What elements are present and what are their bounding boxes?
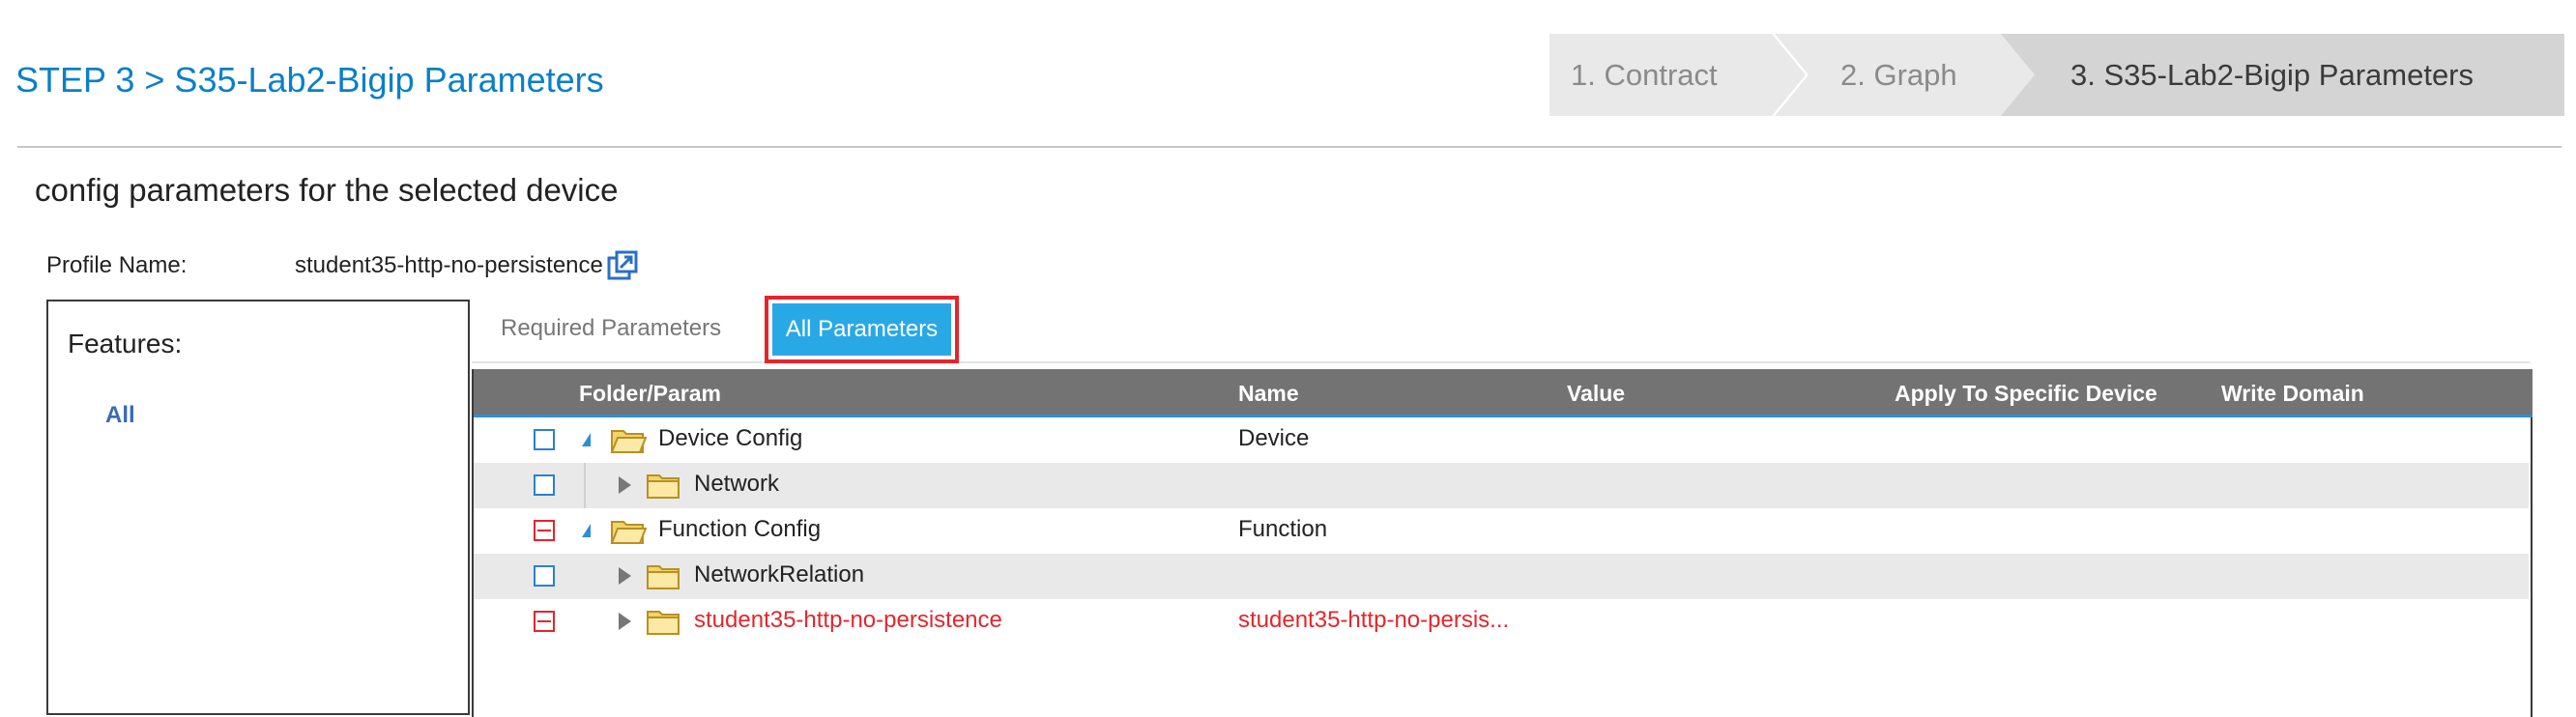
step-title: STEP 3 > S35-Lab2-Bigip Parameters [15,60,604,100]
expand-triangle-icon[interactable] [582,433,591,446]
folder-label: student35-http-no-persistence [694,607,1002,633]
tree-guide-line [584,463,586,508]
column-header-write-domain[interactable]: Write Domain [2221,381,2364,407]
profile-name-value: student35-http-no-persistence [295,252,603,278]
column-header-value[interactable]: Value [1567,381,1625,407]
folder-icon [647,474,680,499]
row-name: student35-http-no-persis... [1238,607,1510,633]
row-name: Function [1238,516,1328,542]
column-header-apply-to-device[interactable]: Apply To Specific Device [1895,381,2157,407]
section-title: config parameters for the selected devic… [35,172,619,208]
folder-label: NetworkRelation [694,561,865,588]
header-divider [17,146,2562,148]
wizard-header: STEP 3 > S35-Lab2-Bigip Parameters 1. Co… [0,0,2576,150]
checkbox-icon[interactable] [534,520,555,541]
wizard-steps: 1. Contract 2. Graph 3. S35-Lab2-Bigip P… [1549,34,2564,116]
collapse-triangle-icon[interactable] [619,567,631,585]
parameter-tabs: Required Parameters All Parameters [472,296,2531,363]
checkbox-icon[interactable] [534,611,555,632]
folder-icon [647,611,680,635]
column-header-name[interactable]: Name [1238,381,1299,407]
checkbox-icon[interactable] [534,474,555,496]
open-profile-icon[interactable] [606,249,639,282]
table-row[interactable]: Network [474,463,2529,508]
wizard-step-graph[interactable]: 2. Graph [1775,34,2036,116]
table-row[interactable]: Device Config Device [474,417,2529,463]
collapse-triangle-icon[interactable] [619,476,631,494]
expand-triangle-icon[interactable] [582,524,591,537]
folder-label: Device Config [658,425,803,451]
feature-item-all[interactable]: All [105,402,135,429]
row-name: Device [1238,425,1310,451]
checkbox-icon[interactable] [534,565,555,587]
folder-icon [647,565,680,589]
collapse-triangle-icon[interactable] [619,613,631,630]
tab-all-highlight: All Parameters [765,296,959,363]
tab-required-parameters[interactable]: Required Parameters [501,315,721,342]
grid-header: Folder/Param Name Value Apply To Specifi… [474,369,2533,417]
folder-icon [610,521,647,544]
folder-label: Network [694,471,780,497]
parameters-grid: Folder/Param Name Value Apply To Specifi… [472,369,2533,717]
wizard-step-parameters[interactable]: 3. S35-Lab2-Bigip Parameters [2001,34,2564,116]
folder-label: Function Config [658,516,822,542]
folder-icon [610,430,647,453]
checkbox-icon[interactable] [534,429,555,450]
tab-all-parameters[interactable]: All Parameters [772,303,951,356]
table-row[interactable]: student35-http-no-persistence student35-… [474,599,2529,645]
profile-row: Profile Name: student35-http-no-persiste… [46,249,603,282]
features-panel: Features: All [46,300,470,715]
features-title: Features: [68,329,183,358]
wizard-step-contract[interactable]: 1. Contract [1549,34,1806,116]
grid-body: Device Config Device Network Function Co… [474,417,2533,717]
column-header-folder-param[interactable]: Folder/Param [579,381,721,407]
table-row[interactable]: NetworkRelation [474,554,2529,599]
profile-name-label: Profile Name: [46,252,188,278]
table-row[interactable]: Function Config Function [474,508,2529,554]
